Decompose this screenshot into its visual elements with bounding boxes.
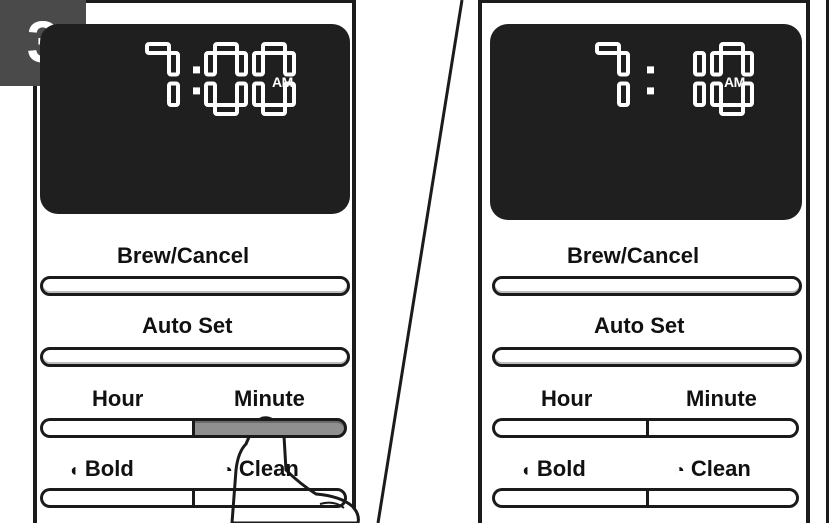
left-clean-button[interactable] — [192, 488, 347, 508]
right-brew-cancel-label: Brew/Cancel — [567, 243, 700, 268]
right-clean-button[interactable] — [646, 488, 799, 508]
digit-0-segment-c — [167, 81, 180, 107]
digit-2-segment-a — [261, 42, 287, 55]
digit-2-segment-e — [252, 81, 265, 107]
colon-dot-1 — [647, 87, 654, 95]
right-hour-label: Hour — [541, 386, 593, 411]
digit-1-segment-d — [213, 103, 239, 116]
left-clean-label: ◔ Clean — [222, 456, 299, 482]
digit-0-segment-c — [617, 81, 630, 107]
right-bold-text: Bold — [536, 456, 586, 481]
right-auto-set-button[interactable] — [492, 347, 802, 367]
digit-0-segment-a — [145, 42, 171, 55]
left-auto-set-button[interactable] — [40, 347, 350, 367]
left-hour-button[interactable] — [40, 418, 195, 438]
digit-2-segment-b — [741, 51, 754, 77]
right-bold-button[interactable] — [492, 488, 649, 508]
digit-1-segment-b — [693, 51, 706, 77]
right-bold-label: ◖ Bold — [520, 456, 586, 482]
left-brew-cancel-label: Brew/Cancel — [117, 243, 250, 268]
right-hour-button[interactable] — [492, 418, 649, 438]
right-am-indicator: AM — [724, 74, 745, 90]
digit-1-segment-c — [693, 81, 706, 107]
bold-bean-icon: ◖ — [68, 460, 79, 480]
left-am-indicator: AM — [272, 74, 293, 90]
instruction-illustration: 3 AM Brew/Cancel — [0, 0, 835, 523]
digit-1-segment-e — [204, 81, 217, 107]
left-bold-label: ◖ Bold — [68, 456, 134, 482]
digit-1-segment-f — [204, 51, 217, 77]
bold-bean-icon: ◖ — [520, 460, 531, 480]
left-hour-label: Hour — [92, 386, 144, 411]
digit-1-segment-b — [235, 51, 248, 77]
right-auto-set-label: Auto Set — [594, 313, 685, 338]
colon-dot-0 — [193, 66, 200, 74]
digit-2-segment-b — [283, 51, 296, 77]
right-display-digits — [595, 42, 754, 116]
digit-2-segment-e — [710, 81, 723, 107]
digit-1-segment-a — [213, 42, 239, 55]
colon-dot-1 — [193, 87, 200, 95]
digit-0-segment-b — [617, 51, 630, 77]
left-minute-label: Minute — [234, 386, 305, 411]
digit-2-segment-f — [710, 51, 723, 77]
left-brew-cancel-button[interactable] — [40, 276, 350, 296]
clean-clock-icon: ◔ — [674, 460, 685, 480]
right-minute-label: Minute — [686, 386, 757, 411]
right-lcd-display: AM — [490, 24, 802, 220]
left-bold-button[interactable] — [40, 488, 195, 508]
colon-dot-0 — [647, 66, 654, 74]
digit-2-segment-d — [261, 103, 287, 116]
digit-1-segment-c — [235, 81, 248, 107]
panel-divider-slash — [376, 0, 464, 523]
right-clean-label: ◔ Clean — [674, 456, 751, 482]
digit-0-segment-b — [167, 51, 180, 77]
clean-clock-icon: ◔ — [222, 460, 233, 480]
left-clean-text: Clean — [238, 456, 299, 481]
right-brew-cancel-button[interactable] — [492, 276, 802, 296]
digit-0-segment-a — [595, 42, 621, 55]
digit-2-segment-f — [252, 51, 265, 77]
right-minute-button[interactable] — [646, 418, 799, 438]
left-bold-text: Bold — [84, 456, 134, 481]
digit-2-segment-d — [719, 103, 745, 116]
digit-2-segment-a — [719, 42, 745, 55]
left-display-digits — [145, 42, 296, 116]
left-lcd-display: AM — [40, 24, 350, 214]
left-minute-button-pressed[interactable] — [192, 418, 347, 438]
left-auto-set-label: Auto Set — [142, 313, 233, 338]
right-clean-text: Clean — [690, 456, 751, 481]
